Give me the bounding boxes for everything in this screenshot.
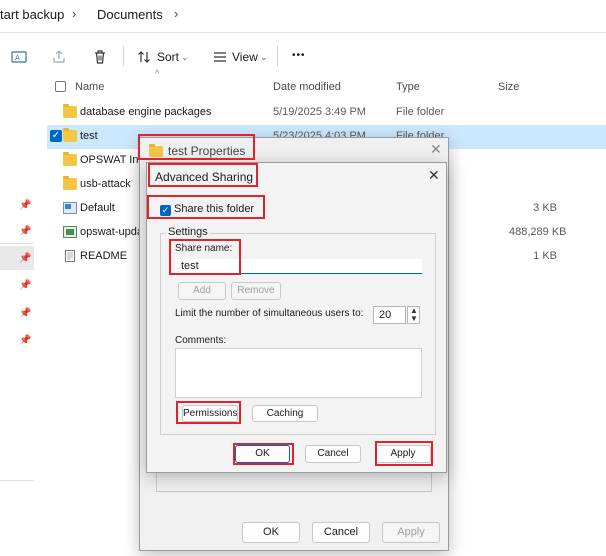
pin-icon: 📌 — [19, 280, 32, 291]
stepper-down-icon[interactable]: ▼ — [410, 314, 418, 323]
add-button[interactable]: Add — [178, 282, 226, 300]
column-header-date[interactable]: Date modified — [273, 81, 341, 93]
view-button[interactable]: View — [232, 50, 258, 64]
file-name: OPSWAT Inst — [80, 154, 148, 166]
file-name: README — [80, 250, 128, 262]
annotation-ok — [233, 443, 294, 465]
pin-icon: 📌 — [19, 253, 32, 264]
chevron-down-icon[interactable]: ⌄ — [260, 52, 268, 63]
text-file-icon — [65, 250, 75, 262]
shortcut-icon — [63, 202, 77, 214]
pin-icon: 📌 — [19, 308, 32, 319]
breadcrumb-item-backup[interactable]: tart backup — [0, 7, 64, 22]
caching-button[interactable]: Caching — [252, 405, 318, 422]
annotation-advanced-sharing-title — [148, 163, 258, 187]
close-icon[interactable]: ✕ — [428, 167, 440, 184]
file-type: File folder — [396, 106, 445, 118]
file-name: usb-attack — [80, 178, 131, 190]
folder-icon — [63, 128, 77, 142]
view-icon[interactable] — [212, 49, 228, 65]
annotation-share-checkbox — [147, 195, 265, 219]
comments-field[interactable] — [175, 348, 422, 398]
limit-users-label: Limit the number of simultaneous users t… — [175, 308, 364, 319]
chevron-right-icon[interactable]: › — [174, 6, 178, 21]
file-name: test — [80, 130, 98, 142]
folder-icon — [63, 152, 77, 166]
properties-group-box — [156, 470, 432, 492]
comments-label: Comments: — [175, 335, 227, 346]
limit-users-value: 20 — [379, 309, 392, 321]
file-size: 1 KB — [533, 250, 557, 262]
stepper-buttons[interactable]: ▲ ▼ — [407, 306, 420, 324]
pin-icon: 📌 — [19, 335, 32, 346]
file-size: 488,289 KB — [509, 226, 567, 238]
folder-icon — [63, 104, 77, 118]
file-name: Default — [80, 202, 115, 214]
column-header-size[interactable]: Size — [498, 81, 519, 93]
row-checkbox[interactable]: ✓ — [50, 130, 62, 142]
sort-icon[interactable] — [136, 49, 152, 65]
file-size: 3 KB — [533, 202, 557, 214]
cancel-button[interactable]: Cancel — [305, 445, 361, 463]
share-icon[interactable] — [51, 49, 67, 65]
properties-apply-button[interactable]: Apply — [382, 522, 440, 543]
annotation-properties-title — [138, 134, 255, 160]
installer-icon — [63, 226, 77, 238]
file-name: opswat-upda — [80, 226, 143, 238]
folder-icon — [63, 176, 77, 190]
toolbar-separator — [277, 46, 278, 66]
annotation-apply — [375, 441, 433, 466]
close-icon[interactable]: ✕ — [430, 141, 442, 158]
chevron-right-icon: › — [72, 6, 77, 21]
delete-icon[interactable] — [92, 49, 108, 65]
sort-button[interactable]: Sort — [157, 50, 179, 64]
select-all-checkbox[interactable] — [55, 81, 66, 92]
pin-icon: 📌 — [19, 200, 32, 211]
annotation-share-name — [169, 239, 241, 275]
file-name: database engine packages — [80, 106, 212, 118]
column-header-name[interactable]: Name — [75, 81, 104, 93]
more-options-button[interactable]: ••• — [292, 50, 306, 61]
annotation-permissions — [176, 401, 241, 424]
rename-icon[interactable]: A — [11, 49, 27, 65]
properties-ok-button[interactable]: OK — [242, 522, 300, 543]
limit-users-stepper[interactable]: 20 — [373, 306, 406, 324]
column-header-type[interactable]: Type — [396, 81, 420, 93]
file-date: 5/19/2025 3:49 PM — [273, 106, 366, 118]
remove-button[interactable]: Remove — [231, 282, 281, 300]
settings-label: Settings — [166, 226, 210, 238]
navigation-pane: 📌 📌 📌 📌 📌 📌 — [0, 76, 34, 556]
chevron-down-icon[interactable]: ⌄ — [181, 52, 189, 63]
sort-up-icon: ^ — [155, 68, 160, 78]
properties-cancel-button[interactable]: Cancel — [312, 522, 370, 543]
svg-text:A: A — [15, 54, 20, 62]
breadcrumb-item-documents[interactable]: Documents — [97, 7, 163, 22]
pin-icon: 📌 — [19, 226, 32, 237]
divider — [0, 32, 606, 33]
toolbar-separator — [123, 46, 124, 66]
table-row[interactable]: database engine packages 5/19/2025 3:49 … — [47, 101, 606, 125]
